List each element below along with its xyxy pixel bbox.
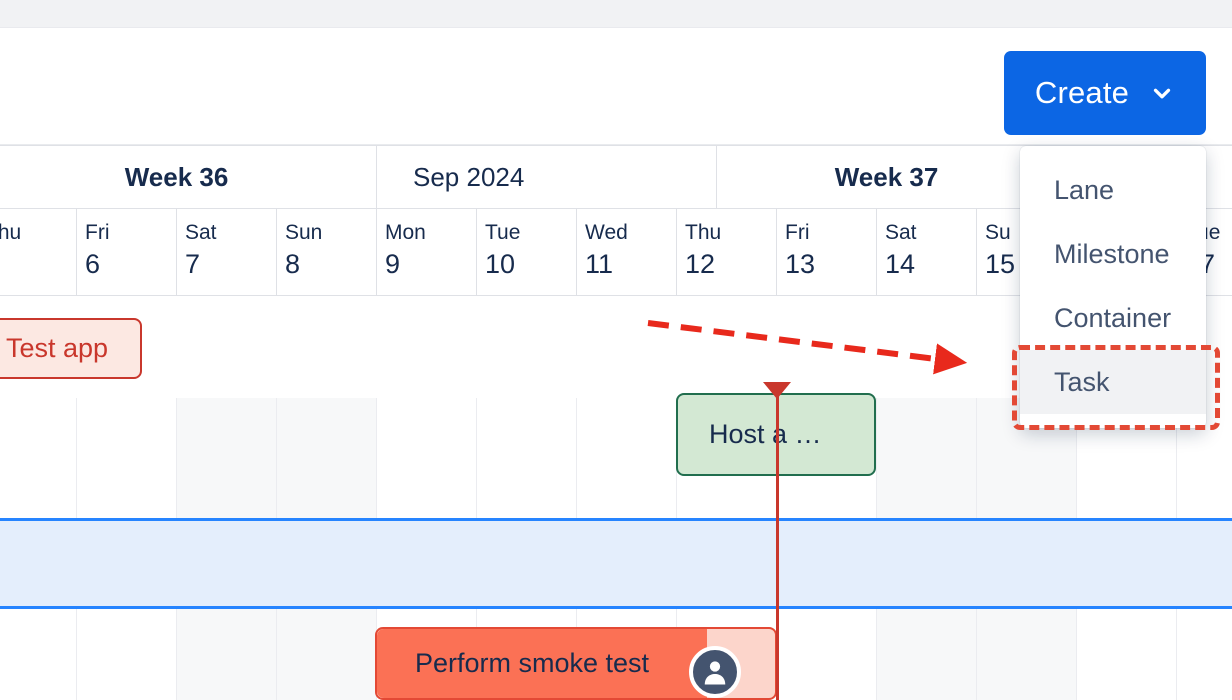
bar-test-app[interactable]: Test app	[0, 318, 142, 379]
timeline-day-cell: Sat 14	[877, 209, 977, 295]
app-toolbar: Create	[0, 28, 1232, 145]
timeline-day-cell: Tue 10	[477, 209, 577, 295]
bar-host-label: Host a …	[709, 419, 822, 449]
timeline-day-cell: Fri 13	[777, 209, 877, 295]
timeline-day-of-week: Sun	[285, 221, 323, 244]
timeline-day-of-week: Fri	[785, 221, 810, 244]
timeline-day-of-week: Sat	[885, 221, 917, 244]
bar-perform-smoke-test[interactable]: Perform smoke test	[375, 627, 777, 700]
dropdown-item-milestone-label: Milestone	[1054, 238, 1170, 269]
timeline-day-number: 12	[685, 249, 716, 279]
timeline-day-number: 11	[585, 249, 614, 279]
timeline-day-number: 9	[385, 249, 401, 279]
timeline-day-cell: Mon 9	[377, 209, 477, 295]
timeline-day-of-week: Fri	[85, 221, 110, 244]
user-avatar-icon[interactable]	[689, 646, 741, 698]
selected-lane-row[interactable]	[0, 518, 1232, 609]
timeline-day-number: 7	[185, 249, 201, 279]
timeline-day-cell: Fri 6	[77, 209, 177, 295]
gantt-timeline-app: Create Week 36Sep 2024Week 3724 Thu5Fri6…	[0, 0, 1232, 700]
timeline-month-label: Week 36	[124, 161, 229, 192]
timeline-day-of-week: Wed	[585, 221, 628, 244]
browser-top-strip	[0, 0, 1232, 28]
timeline-month-cell: Week 36	[0, 146, 377, 208]
timeline-day-cell: Sun 8	[277, 209, 377, 295]
timeline-day-cell: Sat 7	[177, 209, 277, 295]
timeline-month-cell: Week 37	[717, 146, 1057, 208]
timeline-day-cell: Thu 12	[677, 209, 777, 295]
dropdown-item-container-label: Container	[1054, 302, 1172, 333]
timeline-day-number: 8	[285, 249, 301, 279]
dropdown-item-task-label: Task	[1054, 366, 1110, 397]
bar-test-app-label: Test app	[5, 333, 109, 363]
timeline-day-number: 14	[885, 249, 916, 279]
timeline-day-of-week: Mon	[385, 221, 426, 244]
timeline-day-of-week: Thu	[685, 221, 722, 244]
chevron-down-icon	[1149, 80, 1175, 106]
today-marker-line	[776, 396, 779, 700]
timeline-day-cell: Wed 11	[577, 209, 677, 295]
dropdown-item-milestone[interactable]: Milestone	[1020, 222, 1206, 286]
dropdown-item-lane[interactable]: Lane	[1020, 158, 1206, 222]
create-dropdown-menu[interactable]: Lane Milestone Container Task	[1020, 146, 1206, 428]
bar-perform-smoke-test-label: Perform smoke test	[415, 648, 650, 678]
dropdown-item-container[interactable]: Container	[1020, 286, 1206, 350]
timeline-day-cell: Thu 5	[0, 209, 77, 295]
timeline-day-number: 10	[485, 249, 516, 279]
timeline-day-number: 6	[85, 249, 101, 279]
timeline-day-of-week: Tue	[485, 221, 521, 244]
timeline-month-cell: Sep 2024	[377, 146, 717, 208]
dropdown-item-lane-label: Lane	[1054, 174, 1115, 205]
timeline-day-of-week: Sat	[185, 221, 217, 244]
timeline-day-of-week: Thu	[0, 221, 22, 244]
create-button[interactable]: Create	[1004, 51, 1206, 135]
dropdown-item-task[interactable]: Task	[1020, 350, 1206, 414]
timeline-month-label: Week 37	[834, 161, 939, 192]
timeline-month-label: Sep 2024	[413, 161, 525, 192]
timeline-day-number: 13	[785, 249, 816, 279]
create-button-label: Create	[1034, 75, 1130, 110]
timeline-day-number: 5	[0, 247, 76, 281]
